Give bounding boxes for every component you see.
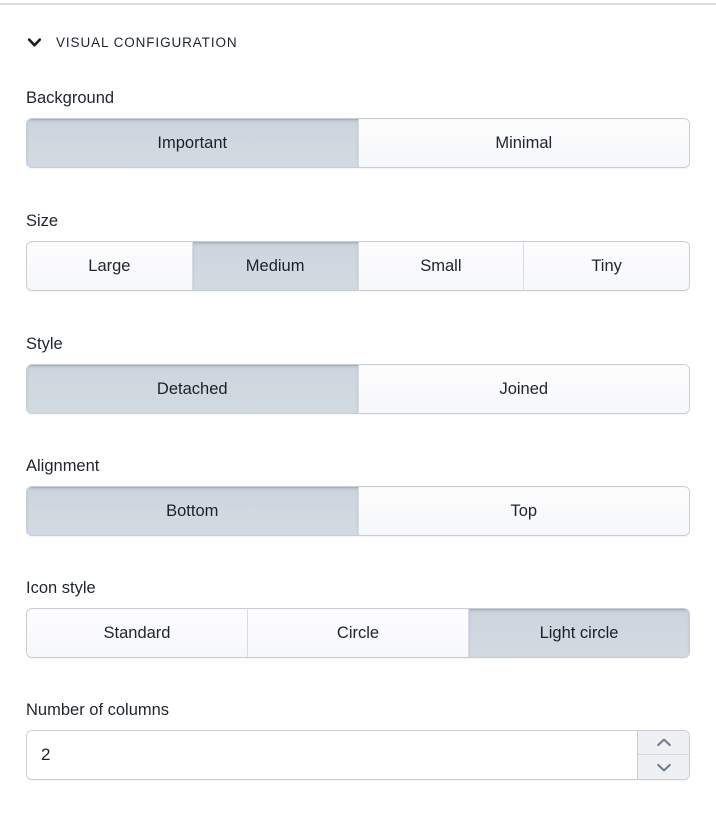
section-header-visual-configuration[interactable]: VISUAL CONFIGURATION <box>26 34 238 51</box>
segment-alignment-bottom[interactable]: Bottom <box>27 487 359 535</box>
segment-style-detached[interactable]: Detached <box>27 365 359 413</box>
field-background: Background Important Minimal <box>26 88 690 168</box>
segment-size-large[interactable]: Large <box>27 242 193 290</box>
field-style: Style Detached Joined <box>26 334 690 414</box>
segment-size-tiny[interactable]: Tiny <box>524 242 689 290</box>
number-of-columns-control[interactable] <box>26 730 690 780</box>
chevron-down-icon <box>26 34 43 51</box>
segment-alignment-top[interactable]: Top <box>358 487 689 535</box>
segment-size-medium[interactable]: Medium <box>192 242 359 290</box>
segmented-control-style[interactable]: Detached Joined <box>26 364 690 414</box>
field-label-style: Style <box>26 335 63 353</box>
segment-style-joined[interactable]: Joined <box>358 365 689 413</box>
field-label-background: Background <box>26 89 115 107</box>
segmented-control-size[interactable]: Large Medium Small Tiny <box>26 241 690 291</box>
field-label-alignment: Alignment <box>26 457 100 475</box>
field-icon-style: Icon style Standard Circle Light circle <box>26 578 690 658</box>
field-label-size: Size <box>26 212 59 230</box>
segment-size-small[interactable]: Small <box>358 242 525 290</box>
field-alignment: Alignment Bottom Top <box>26 456 690 536</box>
section-title: VISUAL CONFIGURATION <box>56 35 238 50</box>
chevron-down-icon-stepper[interactable] <box>638 755 689 779</box>
field-number-of-columns: Number of columns <box>26 700 690 780</box>
segment-icon-style-light-circle[interactable]: Light circle <box>469 609 689 657</box>
segment-icon-style-standard[interactable]: Standard <box>27 609 248 657</box>
segment-icon-style-circle[interactable]: Circle <box>248 609 469 657</box>
panel-top-divider <box>0 3 716 5</box>
segmented-control-icon-style[interactable]: Standard Circle Light circle <box>26 608 690 658</box>
field-label-number-of-columns: Number of columns <box>26 701 170 719</box>
segmented-control-background[interactable]: Important Minimal <box>26 118 690 168</box>
segment-background-minimal[interactable]: Minimal <box>358 119 689 167</box>
number-of-columns-input[interactable] <box>27 731 637 779</box>
number-of-columns-stepper[interactable] <box>637 731 689 779</box>
segmented-control-alignment[interactable]: Bottom Top <box>26 486 690 536</box>
visual-configuration-panel: VISUAL CONFIGURATION Background Importan… <box>0 0 716 814</box>
field-label-icon-style: Icon style <box>26 579 96 597</box>
field-size: Size Large Medium Small Tiny <box>26 211 690 291</box>
chevron-up-icon[interactable] <box>638 731 689 755</box>
segment-background-important[interactable]: Important <box>27 119 359 167</box>
